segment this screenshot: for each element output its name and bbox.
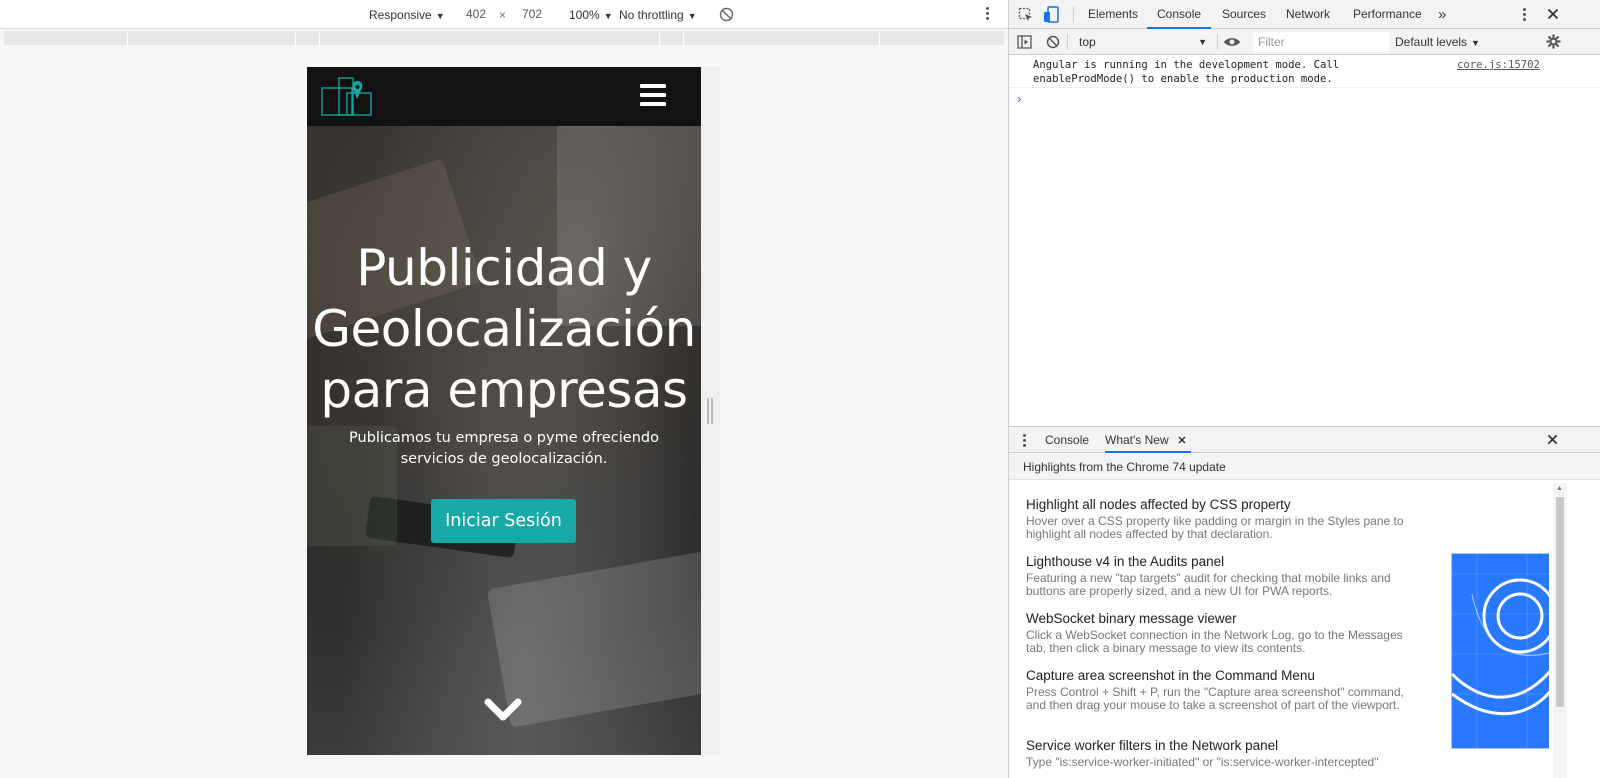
- item-title: Service worker filters in the Network pa…: [1026, 738, 1279, 753]
- device-mode-area: Responsive ▼ 402 × 702 100% ▼ No throttlin…: [0, 0, 1008, 778]
- caret-down-icon: ▼: [435, 11, 445, 21]
- hero-title-line: para empresas: [320, 361, 688, 419]
- close-icon[interactable]: [1547, 8, 1559, 20]
- hero-title-line: Publicidad y: [356, 239, 652, 297]
- zoom-select-label: 100%: [569, 8, 600, 22]
- tab-performance[interactable]: Performance: [1353, 0, 1422, 29]
- devtools-drawer: Console What's New Highlights from the C…: [1009, 426, 1600, 778]
- device-select[interactable]: Responsive ▼: [369, 8, 445, 22]
- chrome-74-illustration: [1451, 553, 1549, 749]
- mobile-viewport: Publicidad y Geolocalización para empres…: [307, 67, 701, 755]
- width-input[interactable]: 402: [458, 4, 494, 24]
- whats-new-list: Highlight all nodes affected by CSS prop…: [1009, 481, 1549, 778]
- close-drawer-icon[interactable]: [1547, 434, 1558, 445]
- scroll-up-icon[interactable]: ▲: [1556, 485, 1563, 492]
- whats-new-header: Highlights from the Chrome 74 update: [1009, 454, 1600, 480]
- scrollbar-thumb[interactable]: [1556, 497, 1564, 707]
- close-tab-icon[interactable]: [1178, 436, 1186, 444]
- list-item[interactable]: Capture area screenshot in the Command M…: [1026, 668, 1406, 712]
- caret-down-icon: ▼: [687, 11, 697, 21]
- sidebar-toggle-icon[interactable]: [1017, 35, 1032, 49]
- devtools-panel: Elements Console Sources Network Perform…: [1008, 0, 1600, 778]
- item-description: Click a WebSocket connection in the Netw…: [1026, 628, 1403, 655]
- resize-handle[interactable]: [707, 398, 713, 424]
- gear-icon[interactable]: [1546, 34, 1561, 49]
- height-input[interactable]: 702: [514, 4, 550, 24]
- log-levels-label: Default levels: [1395, 35, 1468, 49]
- list-item[interactable]: Highlight all nodes affected by CSS prop…: [1026, 497, 1406, 541]
- console-toolbar: top ▼ Filter Default levels ▼: [1009, 29, 1600, 55]
- item-title: Lighthouse v4 in the Audits panel: [1026, 554, 1225, 569]
- inspect-element-icon[interactable]: [1018, 7, 1034, 23]
- drawer-menu-icon[interactable]: [1023, 434, 1026, 447]
- drawer-tab-console[interactable]: Console: [1045, 427, 1089, 453]
- list-item[interactable]: WebSocket binary message viewer Click a …: [1026, 611, 1406, 655]
- drawer-tab-whats-new[interactable]: What's New: [1105, 427, 1191, 453]
- throttling-select-label: No throttling: [619, 8, 684, 22]
- whats-new-header-text: Highlights from the Chrome 74 update: [1023, 460, 1226, 474]
- hero-title-line: Geolocalización: [312, 300, 696, 358]
- item-description: Featuring a new "tap targets" audit for …: [1026, 571, 1391, 598]
- console-message: Angular is running in the development mo…: [1009, 56, 1600, 88]
- console-source-link[interactable]: core.js:15702: [1457, 59, 1540, 71]
- drawer-tab-label: What's New: [1105, 433, 1169, 447]
- log-levels-select[interactable]: Default levels ▼: [1395, 35, 1480, 49]
- caret-down-icon: ▼: [603, 11, 613, 21]
- item-description: Type "is:service-worker-initiated" or "i…: [1026, 755, 1379, 769]
- device-select-label: Responsive: [369, 8, 432, 22]
- more-options-icon[interactable]: [986, 7, 990, 20]
- drawer-tabbar: Console What's New: [1009, 427, 1600, 453]
- device-toolbar: Responsive ▼ 402 × 702 100% ▼ No throttlin…: [0, 0, 1008, 29]
- tab-network[interactable]: Network: [1286, 0, 1330, 29]
- list-item[interactable]: Service worker filters in the Network pa…: [1026, 738, 1406, 769]
- media-query-ruler[interactable]: [4, 31, 1004, 45]
- throttling-select[interactable]: No throttling ▼: [619, 8, 697, 22]
- item-title: WebSocket binary message viewer: [1026, 611, 1237, 626]
- devtools-tabbar: Elements Console Sources Network Perform…: [1009, 0, 1600, 29]
- list-item[interactable]: Lighthouse v4 in the Audits panel Featur…: [1026, 554, 1406, 598]
- tab-sources[interactable]: Sources: [1222, 0, 1266, 29]
- rotate-icon[interactable]: [719, 7, 734, 22]
- console-prompt[interactable]: ›: [1017, 91, 1021, 106]
- hero-title: Publicidad y Geolocalización para empres…: [307, 238, 701, 421]
- more-tabs-icon[interactable]: »: [1438, 0, 1446, 29]
- item-description: Press Control + Shift + P, run the "Capt…: [1026, 685, 1404, 712]
- hamburger-menu-icon[interactable]: [640, 84, 668, 110]
- brand-logo[interactable]: [321, 77, 373, 117]
- tab-console[interactable]: Console: [1147, 0, 1212, 29]
- whats-new-scrollbar[interactable]: ▲: [1553, 483, 1567, 778]
- dimension-separator: ×: [499, 8, 507, 22]
- device-toggle-icon[interactable]: [1043, 6, 1059, 23]
- context-select-label: top: [1079, 35, 1096, 49]
- caret-down-icon: ▼: [1198, 37, 1207, 47]
- tab-elements[interactable]: Elements: [1088, 0, 1138, 29]
- context-select[interactable]: top ▼: [1073, 33, 1211, 51]
- zoom-select[interactable]: 100% ▼: [569, 8, 613, 22]
- console-message-text: Angular is running in the development mo…: [1033, 59, 1340, 85]
- item-description: Hover over a CSS property like padding o…: [1026, 514, 1404, 541]
- site-navbar: [307, 67, 701, 126]
- filter-input[interactable]: Filter: [1253, 32, 1389, 52]
- item-title: Highlight all nodes affected by CSS prop…: [1026, 497, 1291, 512]
- chevron-down-icon[interactable]: [483, 696, 523, 724]
- caret-down-icon: ▼: [1471, 38, 1480, 48]
- item-title: Capture area screenshot in the Command M…: [1026, 668, 1315, 683]
- clear-console-icon[interactable]: [1046, 35, 1060, 49]
- hero-subtitle: Publicamos tu empresa o pyme ofreciendo …: [349, 430, 659, 467]
- devtools-menu-icon[interactable]: [1523, 8, 1526, 21]
- eye-icon[interactable]: [1223, 36, 1241, 48]
- hero-section: Publicidad y Geolocalización para empres…: [307, 126, 701, 755]
- login-button[interactable]: Iniciar Sesión: [431, 499, 576, 543]
